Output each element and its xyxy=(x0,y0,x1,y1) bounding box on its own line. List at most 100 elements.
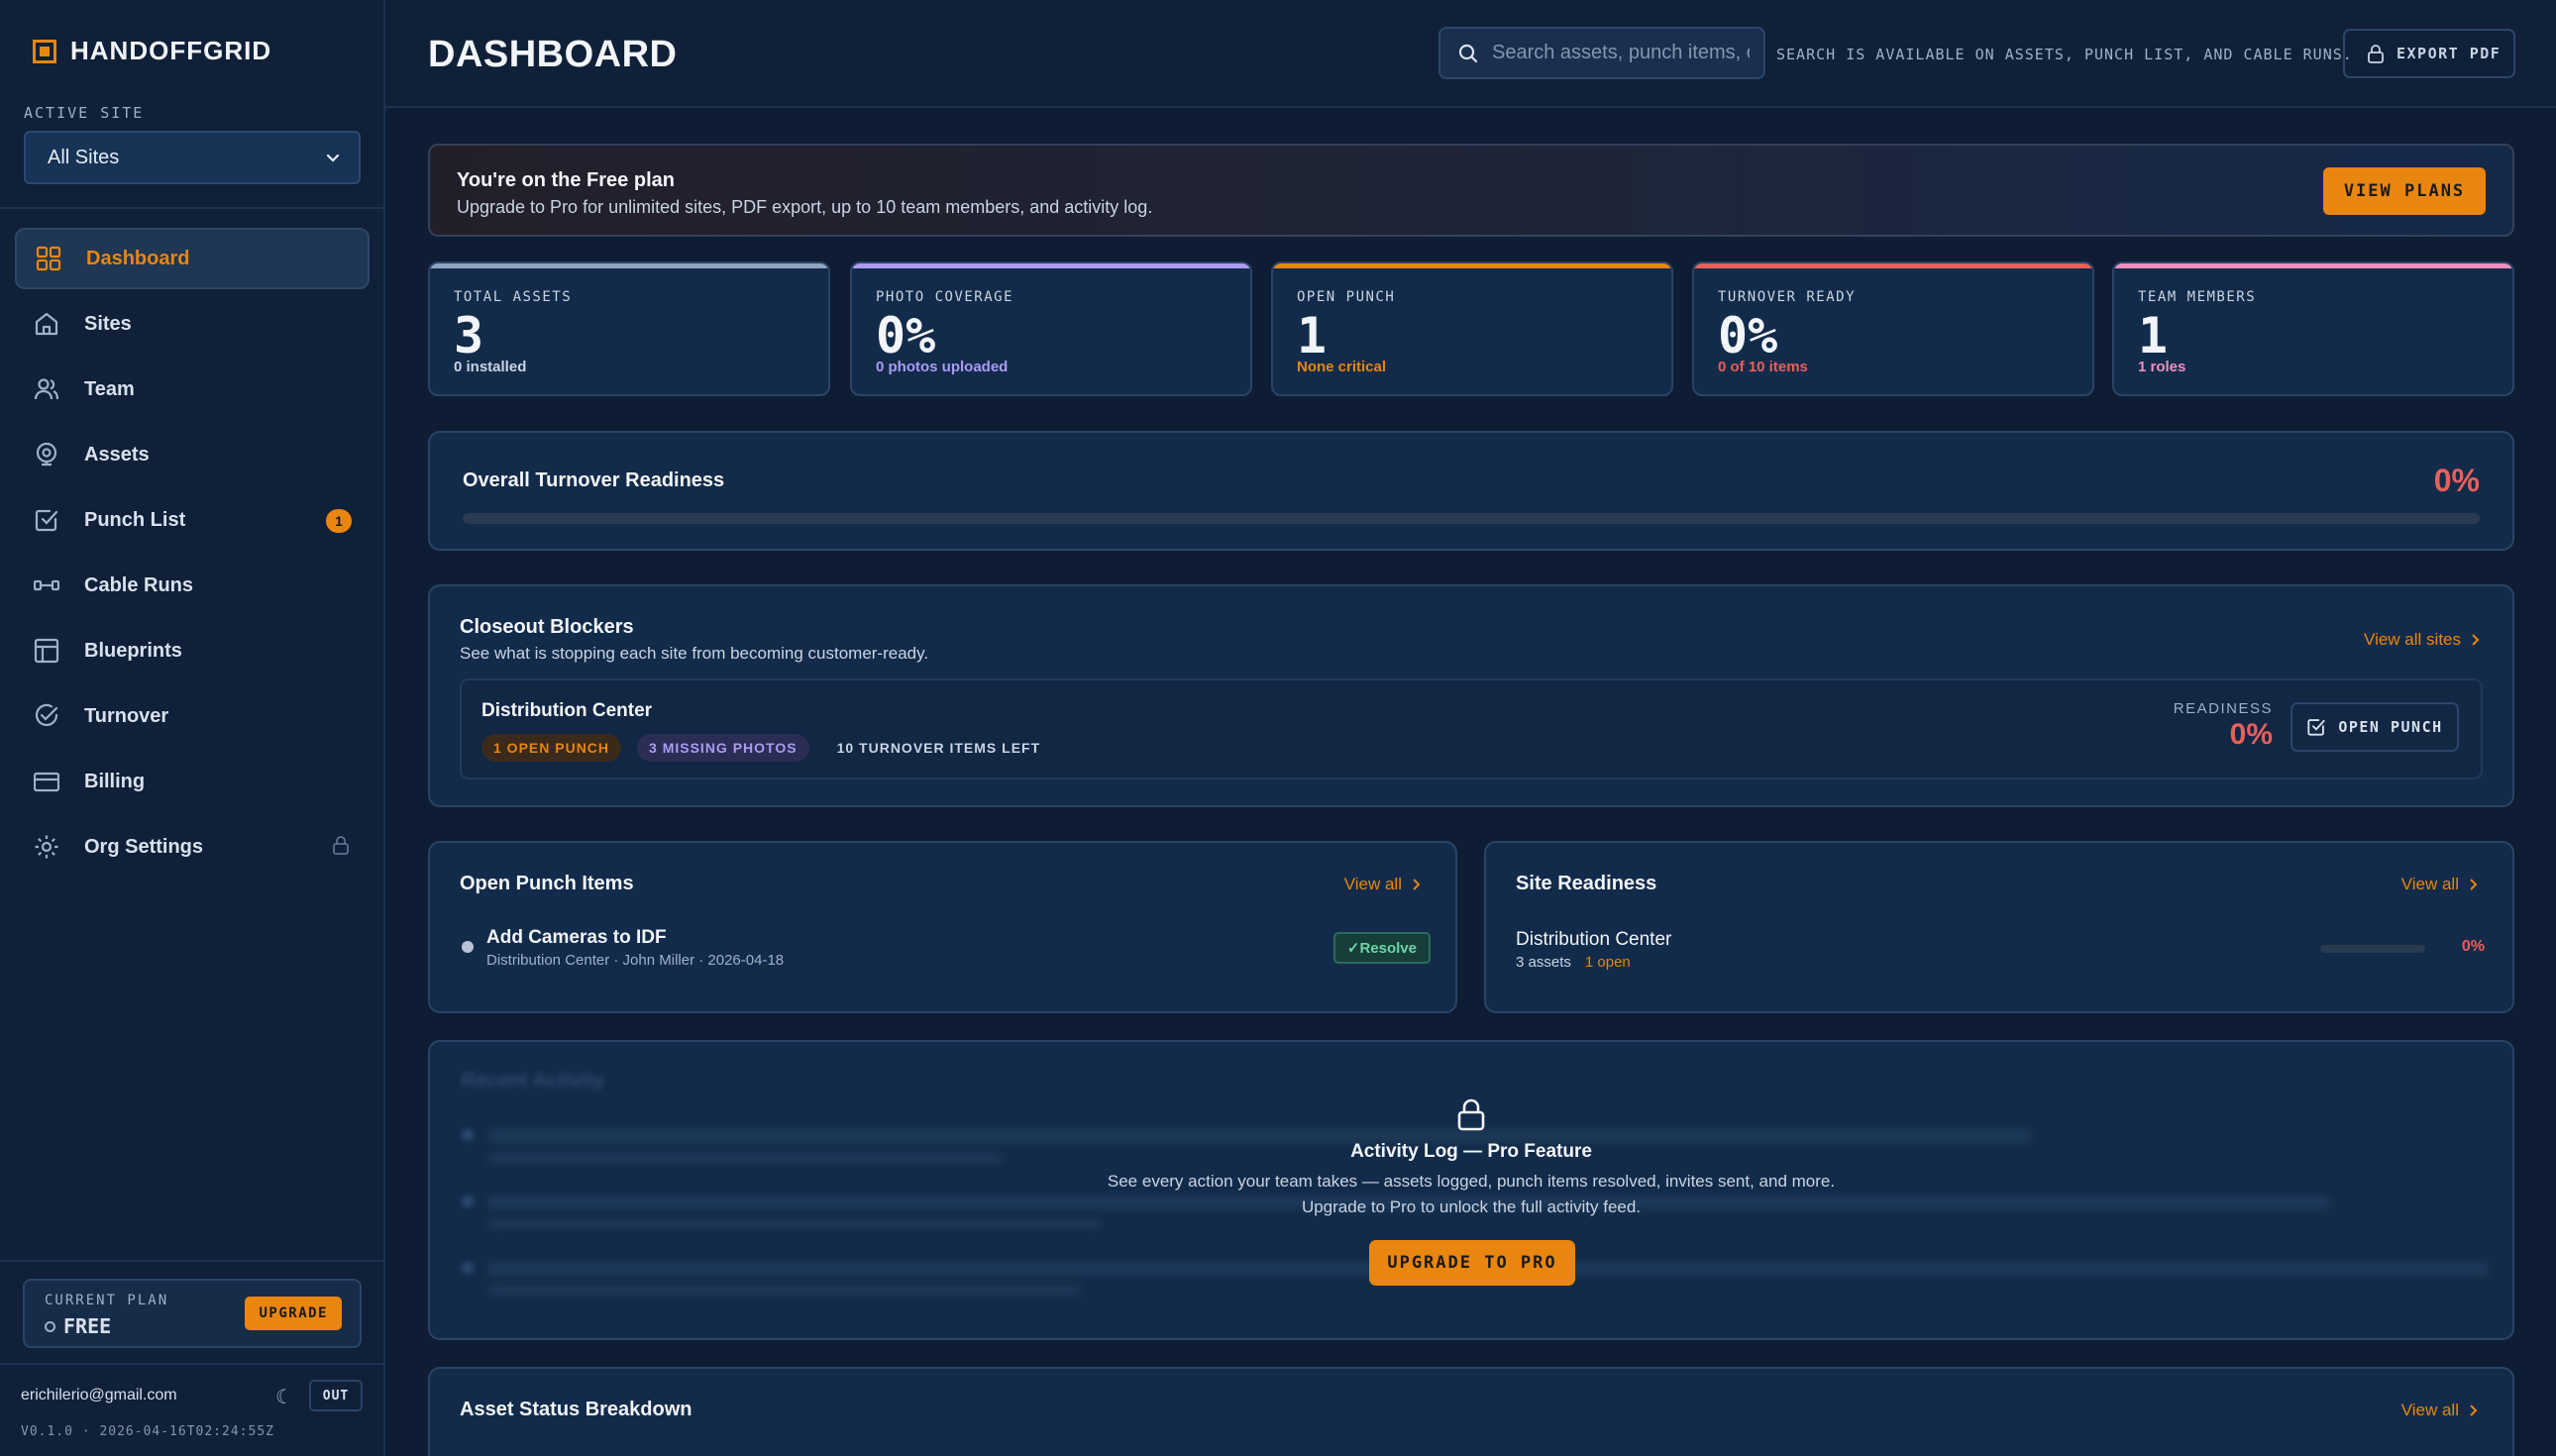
sidebar-item-blueprints[interactable]: Blueprints xyxy=(15,620,370,681)
sidebar-item-team[interactable]: Team xyxy=(15,359,370,420)
banner-title: You're on the Free plan xyxy=(457,169,675,191)
asset-status-breakdown-card: Asset Status Breakdown View all xyxy=(428,1367,2514,1456)
site-progress-bar xyxy=(2320,945,2425,953)
gear-icon xyxy=(33,833,60,861)
stat-label: OPEN PUNCH xyxy=(1297,289,1396,305)
blurred-activity-row xyxy=(487,1219,1102,1229)
sidebar-item-org-settings[interactable]: Org Settings xyxy=(15,816,370,878)
readiness-progress-bar xyxy=(463,513,2480,524)
sidebar: HANDOFFGRID ACTIVE SITE All Sites Dashbo… xyxy=(0,0,385,1456)
search-box[interactable] xyxy=(1438,27,1765,79)
stat-accent-bar xyxy=(1273,263,1671,268)
view-all-label: View all xyxy=(1343,875,1402,893)
stat-card-turnover-ready[interactable]: TURNOVER READY 0% 0 of 10 items xyxy=(1692,261,2094,396)
sidebar-item-label: Punch List xyxy=(84,508,186,531)
cctv-icon xyxy=(33,441,60,468)
search-input[interactable] xyxy=(1492,42,1750,64)
app-version: V0.1.0 · 2026-04-16T02:24:55Z xyxy=(21,1424,274,1439)
theme-toggle-moon-icon[interactable]: ☾ xyxy=(275,1385,293,1409)
sidebar-item-sites[interactable]: Sites xyxy=(15,293,370,355)
site-readiness-card: Site Readiness View all Distribution Cen… xyxy=(1484,841,2514,1013)
tag-turnover-left: 10 TURNOVER ITEMS LEFT xyxy=(836,740,1041,756)
sidebar-item-label: Dashboard xyxy=(86,247,190,269)
view-all-sites-link[interactable]: View all xyxy=(2401,875,2479,894)
cable-icon xyxy=(33,572,60,599)
sidebar-item-cable-runs[interactable]: Cable Runs xyxy=(15,555,370,616)
list-item[interactable]: Add Cameras to IDF Distribution Center ·… xyxy=(460,927,1431,977)
closeout-blockers-card: Closeout Blockers See what is stopping e… xyxy=(428,584,2514,807)
sidebar-item-label: Billing xyxy=(84,770,146,792)
open-punch-items-card: Open Punch Items View all Add Cameras to… xyxy=(428,841,1457,1013)
lock-text-line-1: See every action your team takes — asset… xyxy=(1107,1172,1836,1191)
stat-card-photo-coverage[interactable]: PHOTO COVERAGE 0% 0 photos uploaded xyxy=(850,261,1252,396)
check-circle-icon xyxy=(33,702,60,730)
stat-value: 0% xyxy=(1718,307,1778,364)
blocker-site-row[interactable]: Distribution Center 1 OPEN PUNCH 3 MISSI… xyxy=(460,678,2483,780)
site-open-count: 1 open xyxy=(1584,954,1631,971)
export-pdf-button[interactable]: EXPORT PDF xyxy=(2343,29,2515,78)
view-all-punch-link[interactable]: View all xyxy=(1344,875,1422,894)
stat-accent-bar xyxy=(1694,263,2092,268)
card-title: Closeout Blockers xyxy=(460,616,634,638)
current-plan-card: CURRENT PLAN FREE UPGRADE xyxy=(23,1279,362,1348)
sidebar-item-punch-list[interactable]: Punch List 1 xyxy=(15,489,370,551)
punch-item-title: Add Cameras to IDF xyxy=(486,927,667,948)
sidebar-item-billing[interactable]: Billing xyxy=(15,751,370,812)
stat-accent-bar xyxy=(2114,263,2512,268)
card-title: Open Punch Items xyxy=(460,873,634,894)
stat-value: 3 xyxy=(454,307,484,364)
view-plans-button[interactable]: VIEW PLANS xyxy=(2323,167,2486,215)
blurred-row-dot xyxy=(462,1129,474,1141)
chevron-right-icon xyxy=(2472,634,2480,646)
view-all-label: View all xyxy=(2400,875,2459,893)
activity-log-locked-card: Recent Activity Activity Log — Pro Featu… xyxy=(428,1040,2514,1340)
search-icon xyxy=(1458,44,1478,62)
upgrade-to-pro-button[interactable]: UPGRADE TO PRO xyxy=(1369,1240,1575,1286)
lock-icon xyxy=(332,835,350,860)
upgrade-button[interactable]: UPGRADE xyxy=(245,1297,342,1330)
tag-missing-photos: 3 MISSING PHOTOS xyxy=(637,734,809,762)
stat-label: PHOTO COVERAGE xyxy=(876,289,1014,305)
card-title: Site Readiness xyxy=(1516,873,1657,894)
blurred-activity-row xyxy=(487,1286,1082,1296)
status-dot-icon xyxy=(462,941,474,953)
plan-name: FREE xyxy=(63,1314,112,1338)
checkbox-icon xyxy=(33,506,60,534)
logo-icon xyxy=(33,39,56,63)
brand[interactable]: HANDOFFGRID xyxy=(33,36,271,66)
lock-icon xyxy=(2368,45,2384,63)
stat-card-total-assets[interactable]: TOTAL ASSETS 3 0 installed xyxy=(428,261,830,396)
sidebar-item-dashboard[interactable]: Dashboard xyxy=(15,228,370,289)
dashboard-grid-icon xyxy=(35,245,62,272)
active-site-value: All Sites xyxy=(48,146,120,168)
app-name: HANDOFFGRID xyxy=(70,36,272,65)
view-all-assets-link[interactable]: View all xyxy=(2401,1401,2479,1420)
top-header: DASHBOARD SEARCH IS AVAILABLE ON ASSETS,… xyxy=(385,0,2556,108)
stat-card-open-punch[interactable]: OPEN PUNCH 1 None critical xyxy=(1271,261,1673,396)
chevron-right-icon xyxy=(2470,879,2478,890)
sidebar-item-label: Cable Runs xyxy=(84,573,194,596)
stat-card-team-members[interactable]: TEAM MEMBERS 1 1 roles xyxy=(2112,261,2514,396)
site-readiness-row[interactable]: Distribution Center 3 assets 1 open 0% xyxy=(1516,929,2485,979)
chevron-down-icon xyxy=(326,154,340,162)
sidebar-item-label: Sites xyxy=(84,312,132,335)
card-title: Overall Turnover Readiness xyxy=(463,469,725,491)
resolve-button[interactable]: ✓Resolve xyxy=(1332,932,1431,964)
sidebar-item-turnover[interactable]: Turnover xyxy=(15,685,370,747)
active-site-select[interactable]: All Sites xyxy=(24,131,361,184)
readiness-percent: 0% xyxy=(2433,463,2480,498)
search-hint: SEARCH IS AVAILABLE ON ASSETS, PUNCH LIS… xyxy=(1776,46,2353,63)
card-title: Recent Activity xyxy=(462,1070,604,1092)
sidebar-item-label: Org Settings xyxy=(84,835,204,858)
site-readiness-value: 0% xyxy=(2461,938,2485,955)
stat-value: 0% xyxy=(876,307,936,364)
stat-accent-bar xyxy=(430,263,828,268)
sidebar-item-assets[interactable]: Assets xyxy=(15,424,370,485)
stat-value: 1 xyxy=(2138,307,2169,364)
sign-out-button[interactable]: OUT xyxy=(309,1380,363,1411)
plan-label: CURRENT PLAN xyxy=(45,1293,169,1308)
stat-value: 1 xyxy=(1297,307,1328,364)
view-all-sites-link[interactable]: View all sites xyxy=(2364,630,2481,650)
sidebar-item-label: Blueprints xyxy=(84,639,182,662)
open-punch-button[interactable]: OPEN PUNCH xyxy=(2290,702,2459,752)
